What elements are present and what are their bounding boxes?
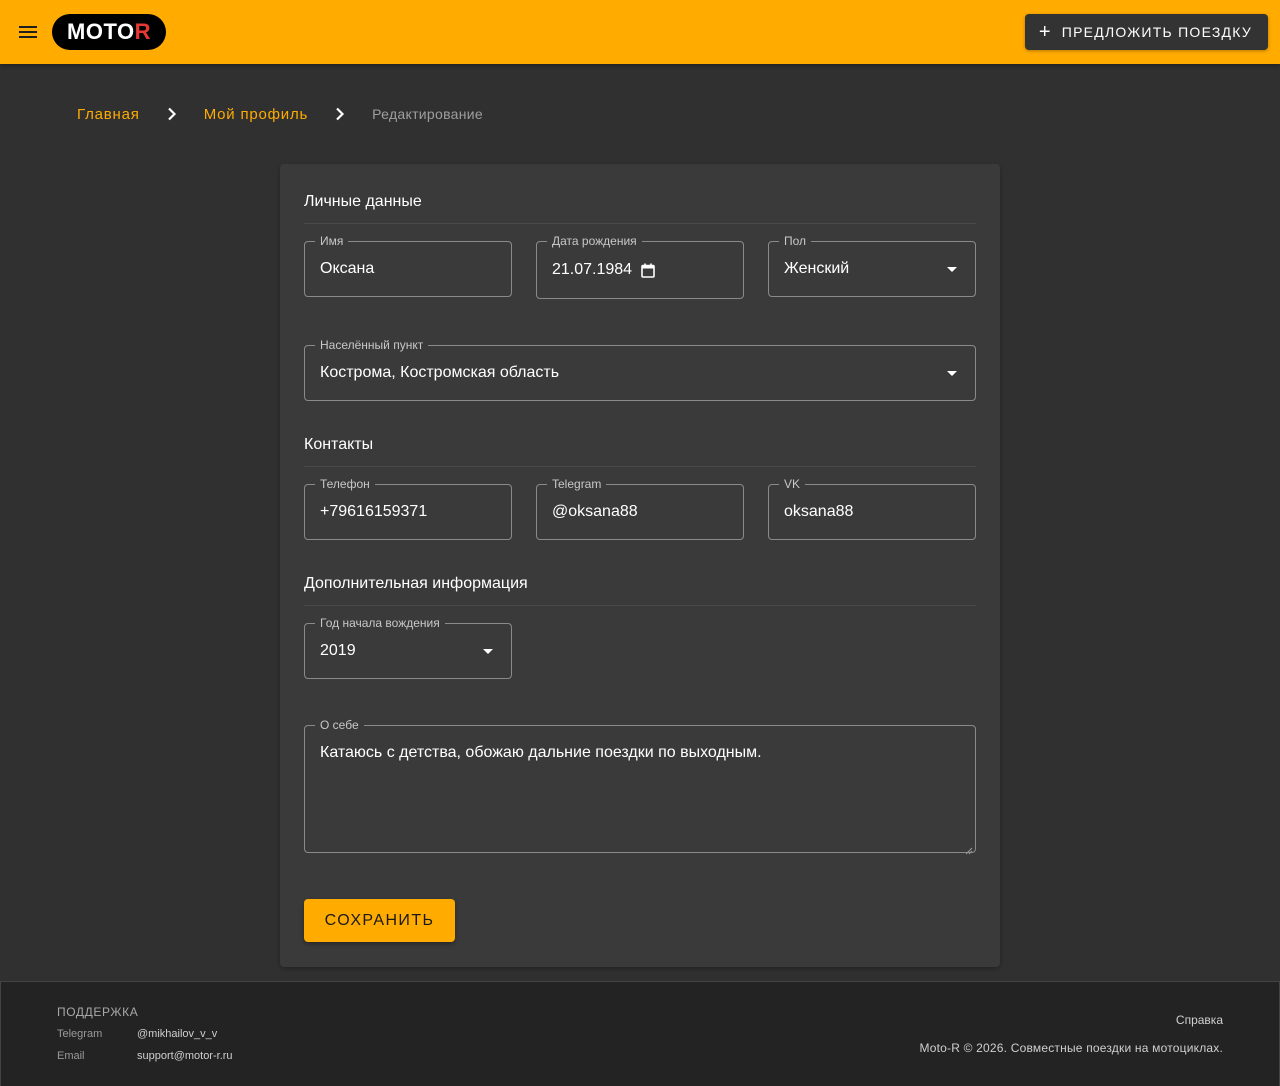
dropdown-arrow-icon	[947, 267, 957, 272]
support-email-row: Email support@motor-r.ru	[57, 1050, 233, 1062]
chevron-right-icon	[158, 107, 186, 121]
riding-since-select-value: 2019	[320, 642, 356, 659]
profile-edit-card: Личные данные Имя Оксана Дата рождения 2…	[280, 164, 1000, 967]
footer: ПОДДЕРЖКА Telegram @mikhailov_v_v Email …	[0, 981, 1280, 1086]
suggest-ride-button[interactable]: + ПРЕДЛОЖИТЬ ПОЕЗДКУ	[1024, 14, 1268, 50]
logo-text: MOTO	[67, 19, 135, 44]
support-title: ПОДДЕРЖКА	[57, 1005, 139, 1019]
phone-field-value: +79616159371	[320, 503, 428, 520]
support-telegram-link[interactable]: @mikhailov_v_v	[137, 1028, 217, 1040]
dropdown-arrow-icon	[947, 371, 957, 376]
gender-select-value: Женский	[784, 260, 850, 277]
about-textarea-label: О себе	[315, 718, 364, 732]
gender-select[interactable]: Пол Женский	[768, 234, 976, 297]
telegram-field-value: @oksana88	[552, 503, 638, 520]
birthdate-field[interactable]: Дата рождения 21.07.1984	[536, 234, 744, 299]
section-title-personal: Личные данные	[304, 193, 976, 224]
menu-button[interactable]	[8, 12, 48, 52]
city-select-value: Кострома, Костромская область	[320, 364, 560, 381]
support-telegram-row: Telegram @mikhailov_v_v	[57, 1028, 217, 1040]
save-button[interactable]: СОХРАНИТЬ	[304, 899, 455, 942]
city-select[interactable]: Населённый пункт Кострома, Костромская о…	[304, 338, 976, 401]
vk-field[interactable]: VK oksana88	[768, 477, 976, 540]
about-textarea[interactable]: О себе Катаюсь с детства, обожаю дальние…	[304, 718, 976, 855]
resize-handle-icon[interactable]	[965, 842, 973, 855]
riding-since-select[interactable]: Год начала вождения 2019	[304, 616, 512, 679]
vk-field-value: oksana88	[784, 503, 854, 520]
plus-icon: +	[1038, 21, 1052, 43]
breadcrumb-home[interactable]: Главная	[65, 106, 152, 123]
section-title-extra: Дополнительная информация	[304, 575, 976, 606]
support-email-link[interactable]: support@motor-r.ru	[137, 1050, 233, 1062]
chevron-right-icon	[326, 107, 354, 121]
support-email-key: Email	[57, 1050, 85, 1062]
logo-text-accent: R	[134, 19, 151, 44]
help-link[interactable]: Справка	[1176, 1013, 1223, 1027]
app-bar: MOTO R + ПРЕДЛОЖИТЬ ПОЕЗДКУ	[0, 0, 1280, 64]
about-textarea-value: Катаюсь с детства, обожаю дальние поездк…	[320, 744, 762, 761]
name-field-value: Оксана	[320, 260, 375, 277]
menu-icon	[19, 26, 37, 38]
name-field[interactable]: Имя Оксана	[304, 234, 512, 297]
support-telegram-key: Telegram	[57, 1028, 103, 1040]
telegram-field[interactable]: Telegram @oksana88	[536, 477, 744, 540]
logo[interactable]: MOTO R	[52, 14, 166, 50]
birthdate-field-value: 21.07.1984	[552, 261, 633, 278]
breadcrumb-profile[interactable]: Мой профиль	[192, 106, 320, 123]
breadcrumb-current: Редактирование	[372, 106, 484, 122]
calendar-icon[interactable]	[641, 263, 655, 278]
breadcrumb: Главная Мой профиль Редактирование	[65, 98, 495, 130]
dropdown-arrow-icon	[483, 649, 493, 654]
copyright-text: Moto-R © 2026. Совместные поездки на мот…	[919, 1041, 1223, 1055]
section-title-contacts: Контакты	[304, 436, 976, 467]
phone-field[interactable]: Телефон +79616159371	[304, 477, 512, 540]
suggest-ride-label: ПРЕДЛОЖИТЬ ПОЕЗДКУ	[1061, 24, 1252, 40]
